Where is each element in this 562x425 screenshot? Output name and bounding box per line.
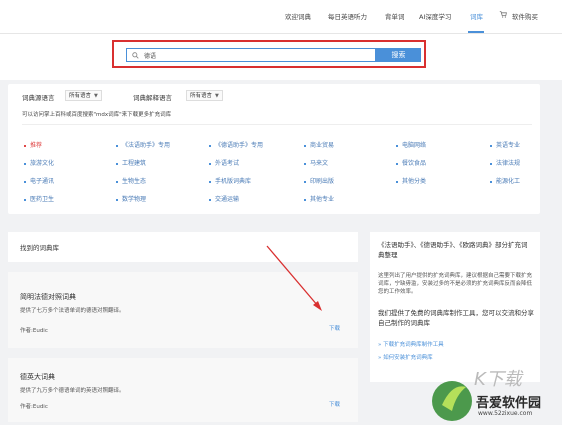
watermark-name: 吾爱软件园 xyxy=(476,396,542,411)
category-link[interactable]: 其他专业 xyxy=(304,194,334,203)
bullet-icon xyxy=(304,198,306,201)
chevron-down-icon: ▼ xyxy=(94,93,98,99)
bullet-icon xyxy=(209,162,211,165)
nav-item-dict-library[interactable]: 词库 xyxy=(470,11,483,21)
search-input[interactable]: 德语 xyxy=(126,48,376,62)
category-link[interactable]: 商业贸易 xyxy=(304,140,334,149)
target-language-value: 所有语言 xyxy=(190,93,213,99)
nav-item-listening[interactable]: 每日英语听力 xyxy=(328,11,367,21)
divider xyxy=(22,124,532,125)
more-dicts-hint: 可以访问掌上百科或百度搜索"mdx词库"来下载更多扩充词库 xyxy=(22,112,172,118)
info-sidebar: 《法语助手》、《德语助手》、《欧路词典》部分扩充词典整理 这里列出了用户提供的扩… xyxy=(370,232,540,382)
category-link[interactable]: 手机版词典库 xyxy=(209,176,251,185)
dict-desc: 提供了七万多个法语单词的德语对照翻译。 xyxy=(20,308,125,314)
results-title: 找到的词典库 xyxy=(20,244,59,252)
filter-panel: 词典源语言 所有语言 ▼ 词典解释语言 所有语言 ▼ 可以访问掌上百科或百度搜索"m… xyxy=(8,84,540,214)
source-language-select[interactable]: 所有语言 ▼ xyxy=(65,90,102,101)
nav-item-ai-learning[interactable]: AI深度学习 xyxy=(419,11,451,21)
bullet-icon xyxy=(490,144,492,147)
search-highlight-frame: 德语 搜索 xyxy=(112,40,426,68)
bullet-icon xyxy=(24,198,26,201)
search-button[interactable]: 搜索 xyxy=(376,48,421,62)
bullet-icon xyxy=(209,144,211,147)
dict-name: 简明法德对照词典 xyxy=(20,293,76,301)
search-section: 德语 搜索 xyxy=(0,34,562,80)
dict-item: 简明法德对照词典 提供了七万多个法语单词的德语对照翻译。 作者:Eudic 下载 xyxy=(8,266,358,348)
category-link[interactable]: 马来文 xyxy=(304,158,328,167)
category-link[interactable]: 推荐 xyxy=(24,140,42,149)
sidebar-title: 《法语助手》、《德语助手》、《欧路词典》部分扩充词典整理 xyxy=(378,241,528,259)
bullet-icon xyxy=(209,180,211,183)
bullet-icon xyxy=(116,144,118,147)
target-language-label: 词典解释语言 xyxy=(133,94,172,102)
dict-desc: 提供了九万多个德语单词的英语对照翻译。 xyxy=(20,388,125,394)
category-link[interactable]: 电脑网络 xyxy=(396,140,426,149)
category-link[interactable]: 工程建筑 xyxy=(116,158,146,167)
bullet-icon xyxy=(24,180,26,183)
results-header: 找到的词典库 xyxy=(8,232,358,262)
category-link[interactable]: 法律法规 xyxy=(490,158,520,167)
watermark-site: www.52zixue.com xyxy=(478,410,533,417)
category-link[interactable]: 电子通讯 xyxy=(24,176,54,185)
dict-author: 作者:Eudic xyxy=(20,328,48,334)
dict-author: 作者:Eudic xyxy=(20,404,48,410)
bullet-icon xyxy=(490,180,492,183)
dict-name: 德英大词典 xyxy=(20,373,55,381)
bullet-icon xyxy=(116,198,118,201)
download-link[interactable]: 下载 xyxy=(329,324,340,332)
category-link[interactable]: 旅游文化 xyxy=(24,158,54,167)
bullet-icon xyxy=(396,180,398,183)
dict-item: 德英大词典 提供了九万多个德语单词的英语对照翻译。 作者:Eudic 下载 xyxy=(8,352,358,422)
nav-item-vocab[interactable]: 背单词 xyxy=(385,11,405,21)
source-language-label: 词典源语言 xyxy=(22,94,55,102)
bullet-icon xyxy=(116,162,118,165)
category-link[interactable]: 医药卫生 xyxy=(24,194,54,203)
bullet-icon xyxy=(490,162,492,165)
category-link[interactable]: 《德语助手》专用 xyxy=(209,140,263,149)
category-link[interactable]: 英语专业 xyxy=(490,140,520,149)
chevron-down-icon: ▼ xyxy=(215,93,219,99)
category-link[interactable]: 其他分类 xyxy=(396,176,426,185)
nav-item-welcome[interactable]: 欢迎词典 xyxy=(285,11,311,21)
sidebar-emphasis: 我们提供了免费的词典库制作工具，您可以交流和分享自己制作的词典库 xyxy=(378,309,534,327)
top-nav: 欢迎词典 每日英语听力 背单词 AI深度学习 词库 软件购买 xyxy=(0,0,562,34)
nav-item-buy[interactable]: 软件购买 xyxy=(512,11,538,21)
bullet-icon xyxy=(396,162,398,165)
category-link[interactable]: 能源化工 xyxy=(490,176,520,185)
active-tab-underline xyxy=(468,31,484,33)
source-language-value: 所有语言 xyxy=(69,93,92,99)
search-icon xyxy=(132,52,139,59)
category-link[interactable]: 《法语助手》专用 xyxy=(116,140,170,149)
download-link[interactable]: 下载 xyxy=(329,400,340,408)
download-tool-link[interactable]: » 下载扩充词典库制作工具 xyxy=(378,340,444,348)
bullet-icon xyxy=(304,144,306,147)
cart-icon xyxy=(499,11,507,18)
category-link[interactable]: 印刷出版 xyxy=(304,176,334,185)
bullet-icon xyxy=(24,144,26,147)
category-link[interactable]: 外语考试 xyxy=(209,158,239,167)
install-guide-link[interactable]: » 如何安装扩充词典库 xyxy=(378,353,433,361)
sidebar-text: 这里列出了用户提供的扩充词典库，建议根据自己需要下载扩充词库，宁缺毋滥，安装过多… xyxy=(378,273,533,295)
bullet-icon xyxy=(209,198,211,201)
bullet-icon xyxy=(304,162,306,165)
category-link[interactable]: 交通运输 xyxy=(209,194,239,203)
search-value: 德语 xyxy=(144,53,157,60)
category-link[interactable]: 生物生态 xyxy=(116,176,146,185)
svg-text:K下载: K下载 xyxy=(474,369,524,390)
category-link[interactable]: 数学物理 xyxy=(116,194,146,203)
bullet-icon xyxy=(304,180,306,183)
category-link[interactable]: 餐饮食品 xyxy=(396,158,426,167)
target-language-select[interactable]: 所有语言 ▼ xyxy=(186,90,223,101)
bullet-icon xyxy=(116,180,118,183)
bullet-icon xyxy=(396,144,398,147)
bullet-icon xyxy=(24,162,26,165)
